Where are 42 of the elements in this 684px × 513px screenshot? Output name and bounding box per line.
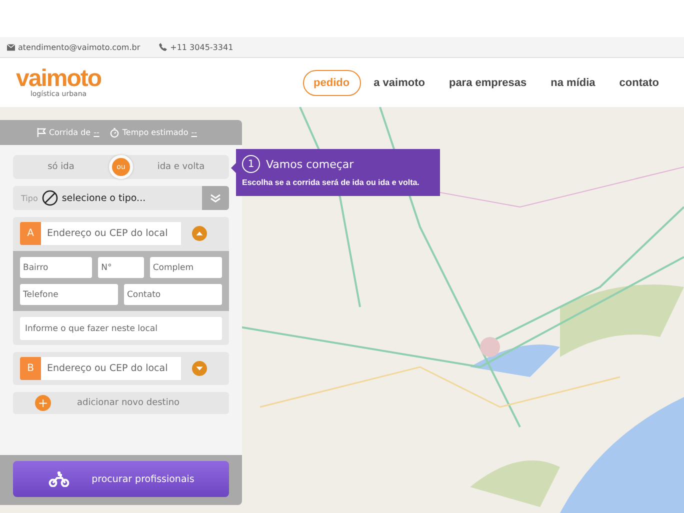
detail-field[interactable]: Complem — [150, 257, 222, 278]
add-destination-label: adicionar novo destino — [77, 398, 180, 408]
nav-link[interactable]: contato — [608, 70, 670, 96]
caret-icon[interactable] — [192, 361, 207, 376]
tooltip-text: Escolha se a corrida será de ida ou ida e volta. — [242, 177, 420, 188]
type-value: selecione o tipo... — [62, 192, 147, 204]
motorcycle-icon — [48, 471, 70, 487]
trip-option[interactable]: só ida — [13, 155, 109, 179]
summary-value: -- — [94, 128, 100, 137]
email-text: atendimento@vaimoto.com.br — [18, 42, 140, 52]
type-select[interactable]: Tipo selecione o tipo... — [13, 186, 229, 210]
tooltip-title: Vamos começar — [266, 158, 354, 170]
caret-icon[interactable] — [192, 226, 207, 241]
summary-label: Corrida de — [48, 128, 91, 137]
summary-label: Tempo estimado — [122, 128, 188, 137]
detail-field[interactable]: N° — [98, 257, 144, 278]
envelope-icon — [7, 44, 15, 50]
address-field[interactable]: Endereço ou CEP do local — [41, 222, 181, 245]
stopwatch-icon — [110, 128, 120, 138]
trip-option[interactable]: ida e volta — [133, 155, 229, 179]
note-field[interactable]: Informe o que fazer neste local — [20, 317, 222, 340]
nav-link[interactable]: a vaimoto — [362, 70, 436, 96]
prohibited-icon — [42, 190, 58, 206]
add-destination-button[interactable]: + adicionar novo destino — [13, 392, 229, 414]
double-chevron-icon — [210, 194, 221, 202]
stop-letter: B — [20, 357, 41, 380]
detail-field[interactable]: Contato — [124, 284, 222, 305]
plus-badge: + — [35, 395, 51, 411]
summary-value: -- — [191, 128, 198, 137]
detail-field[interactable]: Telefone — [20, 284, 118, 305]
type-label: Tipo — [21, 194, 38, 202]
address-field[interactable]: Endereço ou CEP do local — [41, 357, 181, 380]
dropdown-button[interactable] — [202, 186, 229, 210]
nav-link[interactable]: na mídia — [540, 70, 606, 96]
nav-link[interactable]: para empresas — [438, 70, 538, 96]
detail-field[interactable]: Bairro — [20, 257, 92, 278]
step-number: 1 — [242, 155, 260, 173]
phone-icon — [159, 43, 168, 51]
flag-icon — [36, 128, 46, 137]
phone-text: +11 3045-3341 — [170, 42, 234, 52]
search-button[interactable]: procurar profissionais — [13, 461, 229, 497]
stop-letter: A — [20, 222, 41, 245]
